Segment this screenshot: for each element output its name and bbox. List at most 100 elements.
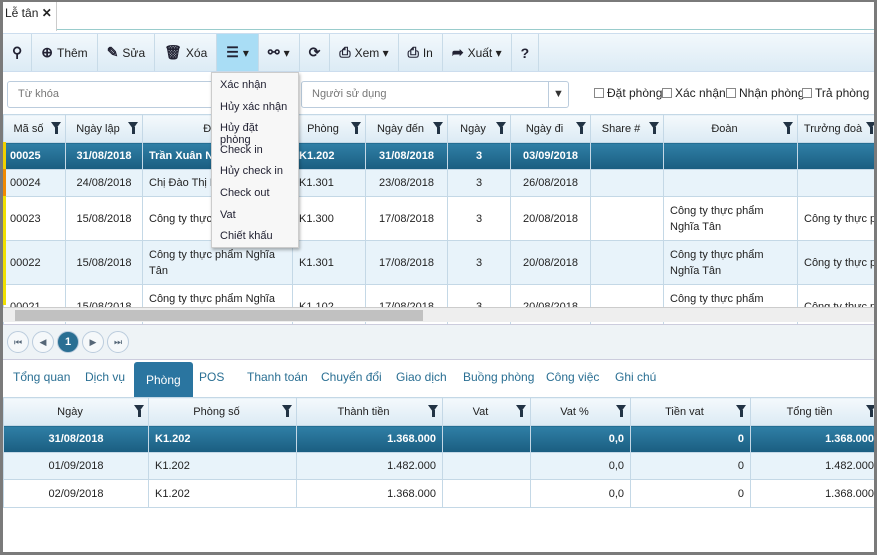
column-header[interactable]: Vat %	[530, 397, 631, 426]
close-icon[interactable]: ✕	[42, 6, 52, 20]
filter-icon[interactable]	[433, 122, 443, 134]
filter-icon[interactable]	[428, 405, 438, 417]
toolbar-button-menu[interactable]: ☰ ▾	[217, 34, 259, 71]
first-page-button[interactable]: ⏮	[7, 331, 29, 353]
filter-icon[interactable]	[51, 122, 61, 134]
filter-icon[interactable]	[282, 405, 292, 417]
table-cell: 23/08/2018	[365, 169, 448, 197]
detail-tab[interactable]: Ghi chú	[615, 370, 656, 384]
tab-le-tan[interactable]: Lễ tân ✕	[3, 2, 57, 31]
checkbox[interactable]	[594, 88, 604, 98]
filter-icon[interactable]	[516, 405, 526, 417]
detail-tab[interactable]: Chuyển đổi	[321, 370, 382, 384]
column-header[interactable]: Ngày	[3, 397, 149, 426]
filter-icon[interactable]	[783, 122, 793, 134]
horizontal-scrollbar[interactable]	[3, 307, 874, 322]
toolbar-button-help[interactable]: ?	[512, 34, 540, 71]
column-header[interactable]: Vat	[442, 397, 531, 426]
toolbar-button-trash[interactable]: 🗑 Xóa	[155, 34, 218, 71]
filter-icon[interactable]	[134, 405, 144, 417]
detail-tab[interactable]: Thanh toán	[247, 370, 308, 384]
next-page-button[interactable]: ▶	[82, 331, 104, 353]
toolbar-button-share[interactable]: ➦ Xuất ▾	[443, 34, 512, 71]
filter-icon[interactable]	[351, 122, 361, 134]
column-header[interactable]: Phòng	[292, 114, 366, 143]
menu-item[interactable]: Chiết khấu	[212, 228, 298, 250]
filter-icon[interactable]	[736, 405, 746, 417]
detail-tab[interactable]: Phòng	[134, 362, 193, 400]
user-select[interactable]: Người sử dụng ▼	[301, 81, 569, 108]
table-row[interactable]: 00022 15/08/2018 Công ty thực phẩm Nghĩa T…	[3, 240, 874, 285]
table-cell: K1.202	[292, 142, 366, 170]
header-row: Ngày Phòng số Thành tiền Vat Vat % Tiền vat Tổ…	[3, 397, 874, 426]
prev-page-button[interactable]: ◀	[32, 331, 54, 353]
filter-icon[interactable]	[866, 122, 874, 134]
menu-item[interactable]: Vat	[212, 207, 298, 229]
detail-tab[interactable]: Buồng phòng	[463, 370, 534, 384]
current-page-button[interactable]: 1	[57, 331, 79, 353]
column-header[interactable]: Mã số	[3, 114, 66, 143]
column-header[interactable]: Tổng tiền	[750, 397, 874, 426]
column-header[interactable]: Share #	[590, 114, 664, 143]
menu-item[interactable]: Hủy đặt phòng	[212, 120, 298, 146]
column-header[interactable]: Tiền vat	[630, 397, 751, 426]
column-header[interactable]: Ngày đi	[510, 114, 591, 143]
menu-item[interactable]: Hủy xác nhận	[212, 99, 298, 121]
toolbar-button-binoculars[interactable]: ⚲	[3, 34, 33, 71]
table-row[interactable]: 02/09/2018 K1.202 1.368.000 0,0 0 1.368.000	[3, 479, 874, 508]
chevron-down-icon[interactable]: ▼	[548, 82, 568, 107]
filter-checkbox[interactable]: Xác nhận	[662, 86, 726, 100]
column-header[interactable]: Trưởng đoà	[797, 114, 874, 143]
filter-icon[interactable]	[576, 122, 586, 134]
filter-icon[interactable]	[128, 122, 138, 134]
last-page-button[interactable]: ⏭	[107, 331, 129, 353]
table-cell: 24/08/2018	[65, 169, 143, 197]
column-header[interactable]: Ngày	[447, 114, 511, 143]
table-cell	[797, 142, 874, 170]
table-cell	[590, 196, 664, 241]
toolbar-button-refresh[interactable]: ⟳	[300, 34, 331, 71]
toolbar-button-plus-circle[interactable]: ⊕ Thêm	[32, 34, 98, 71]
table-row[interactable]: 01/09/2018 K1.202 1.482.000 0,0 0 1.482.000	[3, 452, 874, 480]
table-row[interactable]: 00025 31/08/2018 Trần Xuân Ng K1.202 31/08/2…	[3, 142, 874, 170]
detail-tab[interactable]: Dịch vụ	[85, 370, 125, 384]
refresh-icon: ⟳	[308, 44, 321, 60]
column-header[interactable]: Phòng số	[148, 397, 297, 426]
toolbar-button-print[interactable]: ⎙ In	[399, 34, 443, 71]
menu-item[interactable]: Xác nhận	[212, 77, 298, 99]
filter-icon[interactable]	[616, 405, 626, 417]
print-icon: ⎙	[339, 44, 351, 60]
checkbox[interactable]	[662, 88, 672, 98]
filter-checkbox[interactable]: Đặt phòng	[594, 86, 662, 100]
filter-checkbox[interactable]: Nhận phòng	[726, 86, 804, 100]
toolbar-button-link[interactable]: ⚯ ▾	[259, 34, 300, 71]
table-row[interactable]: 00023 15/08/2018 Công ty thực p K1.300 17/08…	[3, 196, 874, 241]
column-header[interactable]: Đoàn	[663, 114, 798, 143]
table-cell: 1.368.000	[750, 479, 874, 508]
checkbox[interactable]	[726, 88, 736, 98]
filter-checkbox[interactable]: Trả phòng	[802, 86, 869, 100]
scrollbar-thumb[interactable]	[15, 310, 423, 321]
checkbox[interactable]	[802, 88, 812, 98]
table-cell	[663, 142, 798, 170]
table-cell: K1.300	[292, 196, 366, 241]
toolbar-button-pencil[interactable]: ✎ Sửa	[98, 34, 156, 71]
column-header[interactable]: Ngày lập	[65, 114, 143, 143]
detail-tab[interactable]: Giao dịch	[396, 370, 447, 384]
column-header[interactable]: Thành tiền	[296, 397, 443, 426]
table-row[interactable]: 00024 24/08/2018 Chị Đào Thị P K1.301 23/08/…	[3, 169, 874, 197]
column-header[interactable]: Ngày đến	[365, 114, 448, 143]
booking-grid: Mã sốNgày lậpĐốiPhòngNgày đếnNgàyNgày đi…	[3, 114, 874, 329]
menu-item[interactable]: Check out	[212, 185, 298, 207]
detail-tab[interactable]: POS	[199, 370, 224, 384]
filter-icon[interactable]	[866, 405, 874, 417]
detail-tab[interactable]: Công việc	[546, 370, 599, 384]
menu-item[interactable]: Hủy check in	[212, 163, 298, 185]
table-row[interactable]: 31/08/2018 K1.202 1.368.000 0,0 0 1.368.000	[3, 425, 874, 453]
table-cell: 00023	[3, 196, 66, 241]
filter-icon[interactable]	[496, 122, 506, 134]
filter-icon[interactable]	[649, 122, 659, 134]
toolbar-button-print[interactable]: ⎙ Xem ▾	[330, 34, 399, 71]
detail-tab[interactable]: Tổng quan	[13, 370, 70, 384]
menu-item[interactable]: Check in	[212, 142, 298, 164]
